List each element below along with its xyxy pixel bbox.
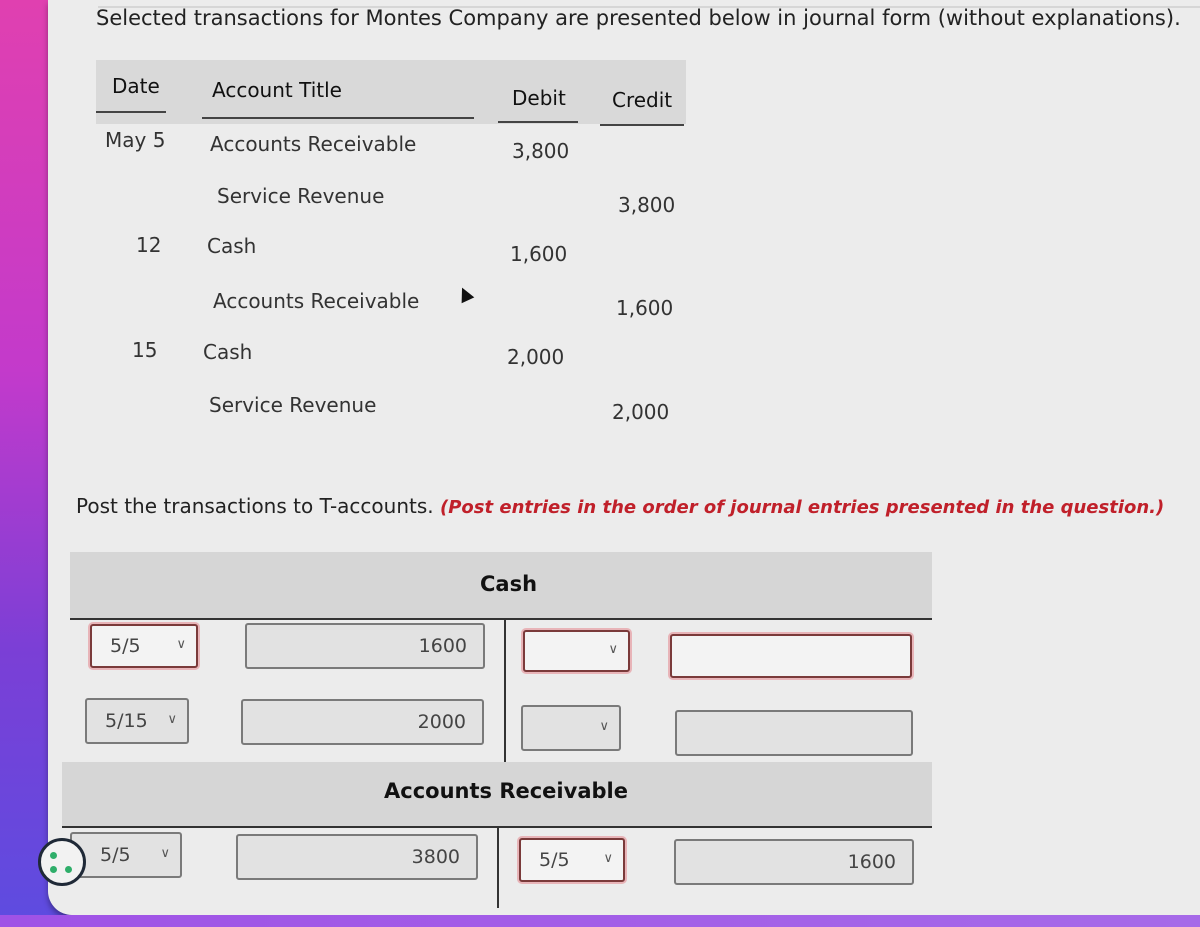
row-date: May 5 — [105, 128, 166, 152]
header-credit: Credit — [612, 88, 673, 112]
row-date: 15 — [132, 338, 158, 362]
row-credit: 2,000 — [612, 400, 670, 424]
journal-header — [96, 60, 686, 124]
divider — [600, 124, 684, 126]
chevron-down-icon: ∨ — [176, 637, 186, 652]
cash-debit-date-select-2[interactable]: 5/15 ∨ — [85, 698, 189, 744]
chevron-down-icon: ∨ — [599, 719, 609, 734]
header-debit: Debit — [512, 86, 566, 110]
row-account: Cash — [207, 234, 257, 258]
row-debit: 2,000 — [507, 345, 565, 369]
chevron-down-icon: ∨ — [608, 642, 618, 657]
divider — [202, 117, 474, 119]
intro-text: Selected transactions for Montes Company… — [96, 6, 1181, 30]
row-account: Accounts Receivable — [210, 132, 417, 156]
cash-credit-date-select-1[interactable]: ∨ — [523, 630, 630, 672]
chevron-down-icon: ∨ — [160, 846, 170, 861]
t-account-divider — [497, 828, 499, 908]
chevron-down-icon: ∨ — [603, 851, 613, 866]
divider — [498, 121, 578, 123]
row-debit: 3,800 — [512, 139, 570, 163]
cash-credit-date-select-2[interactable]: ∨ — [521, 705, 621, 751]
cash-credit-amount-input-2[interactable] — [675, 710, 913, 756]
divider — [96, 111, 166, 113]
row-credit: 1,600 — [616, 296, 674, 320]
instructions: Post the transactions to T-accounts. (Po… — [76, 494, 1164, 518]
cookie-settings-icon[interactable] — [38, 838, 86, 886]
header-account-title: Account Title — [212, 78, 342, 102]
instructions-main: Post the transactions to T-accounts. — [76, 494, 440, 518]
row-debit: 1,600 — [510, 242, 568, 266]
ar-debit-amount-input-1[interactable]: 3800 — [236, 834, 478, 880]
row-account: Cash — [203, 340, 253, 364]
header-date: Date — [112, 74, 160, 98]
cash-debit-date-select-1[interactable]: 5/5 ∨ — [90, 624, 198, 668]
row-account: Accounts Receivable — [213, 289, 420, 313]
chevron-down-icon: ∨ — [167, 712, 177, 727]
t-account-title: Accounts Receivable — [384, 779, 628, 803]
cash-credit-amount-input-1[interactable] — [670, 634, 912, 678]
ar-credit-amount-input-1[interactable]: 1600 — [674, 839, 914, 885]
row-date: 12 — [136, 233, 162, 257]
ar-credit-date-select-1[interactable]: 5/5 ∨ — [519, 838, 625, 882]
screen-edge — [0, 915, 1200, 927]
row-account: Service Revenue — [209, 393, 377, 417]
cash-debit-amount-input-1[interactable]: 1600 — [245, 623, 485, 669]
t-account-divider — [504, 620, 506, 762]
ar-debit-date-select-1[interactable]: 5/5 ∨ — [70, 832, 182, 878]
row-credit: 3,800 — [618, 193, 676, 217]
t-account-title: Cash — [480, 572, 538, 596]
cash-debit-amount-input-2[interactable]: 2000 — [241, 699, 484, 745]
row-account: Service Revenue — [217, 184, 385, 208]
instructions-note: (Post entries in the order of journal en… — [439, 497, 1165, 518]
